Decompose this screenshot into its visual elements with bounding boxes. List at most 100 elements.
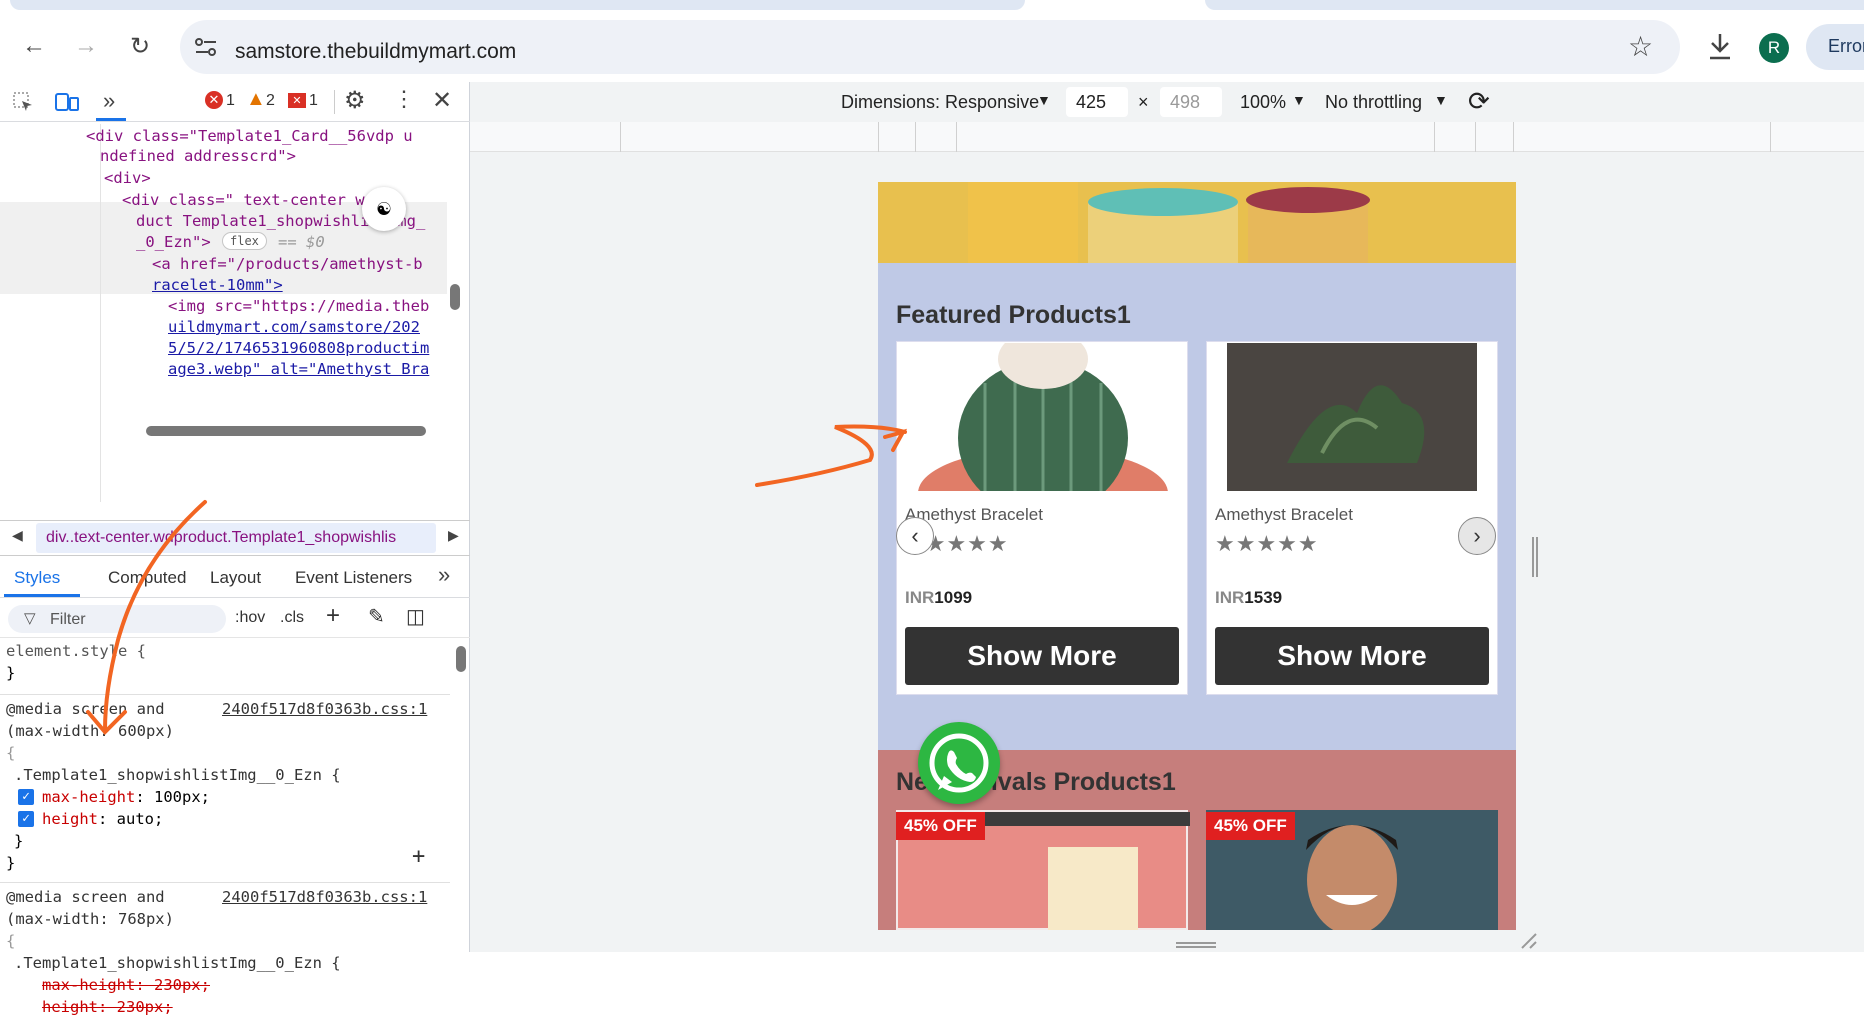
scroll-thumb[interactable] (456, 646, 466, 672)
rule-brace: } (6, 664, 16, 682)
horizontal-scroll-thumb[interactable] (146, 426, 426, 436)
product-card[interactable]: Amethyst Bracelet ★★★★★ INR1099 Show Mor… (896, 341, 1188, 695)
bookmark-star-icon[interactable]: ☆ (1628, 30, 1653, 63)
overridden-property[interactable]: height: 230px; (42, 996, 173, 1018)
browser-tab[interactable] (1205, 0, 1864, 10)
site-info-icon[interactable] (194, 36, 218, 58)
rule-brace: { (6, 744, 16, 762)
settings-gear-icon[interactable]: ⚙ (344, 86, 366, 115)
reload-icon[interactable]: ↻ (126, 32, 154, 60)
ruler-mark (620, 122, 621, 152)
error-count: 1 (226, 92, 235, 109)
kebab-menu-icon[interactable]: ⋮ (393, 86, 415, 112)
featured-products-section: Featured Products1 Amethyst Bracelet ★★★… (878, 263, 1516, 750)
styles-scrollbar[interactable] (454, 638, 468, 1032)
more-tabs-icon[interactable]: » (103, 88, 115, 114)
error-count-icon[interactable]: ✕ (205, 91, 223, 109)
tab-event-listeners[interactable]: Event Listeners (295, 568, 412, 588)
accessibility-icon[interactable]: ☯ (362, 187, 406, 231)
elements-scrollbar[interactable] (448, 124, 462, 504)
tab-styles[interactable]: Styles (14, 568, 60, 588)
warning-count-icon[interactable]: ▲ (246, 88, 266, 111)
zoom-select[interactable]: 100% (1240, 92, 1286, 113)
address-bar[interactable]: samstore.thebuildmymart.com ☆ (180, 20, 1680, 74)
product-name[interactable]: Amethyst Bracelet (1215, 505, 1353, 525)
paint-brush-icon[interactable]: ✎ (368, 604, 385, 629)
close-devtools-icon[interactable]: ✕ (432, 86, 452, 115)
scroll-thumb[interactable] (450, 284, 460, 310)
tab-layout[interactable]: Layout (210, 568, 261, 588)
carousel-next-button[interactable]: › (1458, 517, 1496, 555)
dimensions-dropdown-icon[interactable]: ▼ (1037, 92, 1051, 108)
download-icon[interactable] (1706, 32, 1734, 62)
media-query: (max-width: 600px) (6, 722, 174, 740)
inspect-element-icon[interactable] (12, 91, 34, 113)
flex-badge[interactable]: flex (222, 232, 267, 250)
resize-corner-icon[interactable] (1518, 932, 1538, 950)
toggle-sidebar-icon[interactable]: ◫ (406, 604, 425, 629)
resize-handle-right[interactable] (1532, 537, 1538, 577)
overridden-property[interactable]: max-height: 230px; (42, 974, 210, 996)
css-selector[interactable]: .Template1_shopwishlistImg__0_Ezn { (14, 764, 341, 786)
new-rule-icon[interactable]: + (326, 602, 340, 630)
issues-count-icon[interactable]: ✕ (288, 93, 306, 108)
media-query-ruler[interactable] (470, 122, 1864, 152)
source-link[interactable]: 2400f517d8f0363b.css:1 (222, 886, 427, 908)
whatsapp-icon[interactable] (918, 722, 1000, 804)
property-checkbox[interactable]: ✓ (18, 811, 34, 827)
discount-badge: 45% OFF (1206, 812, 1295, 840)
device-toggle-icon[interactable] (54, 91, 80, 113)
profile-avatar[interactable]: R (1759, 33, 1789, 63)
carousel-prev-button[interactable]: ‹ (896, 517, 934, 555)
dimensions-select[interactable]: Dimensions: Responsive (841, 92, 1039, 113)
issues-count: 1 (309, 92, 318, 109)
filter-placeholder: Filter (50, 611, 86, 628)
css-property-name[interactable]: max-height (42, 788, 135, 806)
resize-handle-bottom[interactable] (1176, 942, 1216, 948)
css-selector[interactable]: .Template1_shopwishlistImg__0_Ezn { (14, 952, 341, 974)
dom-line[interactable]: _0_Ezn"> (136, 230, 211, 255)
height-input[interactable]: 498 (1160, 87, 1222, 117)
tab-computed[interactable]: Computed (108, 568, 186, 588)
media-query: @media screen and (6, 700, 165, 718)
error-chip[interactable]: Error (1806, 24, 1864, 70)
throttling-dropdown-icon[interactable]: ▼ (1434, 92, 1448, 108)
breadcrumb-node[interactable]: div..text-center.wdproduct.Template1_sho… (36, 523, 436, 553)
ruler-mark (956, 122, 957, 152)
warning-count: 2 (266, 92, 275, 109)
devtools-panel: » ✕ 1 ▲ 2 ✕ 1 ⚙ ⋮ ✕ <div class="Template… (0, 82, 470, 1016)
product-card[interactable]: Amethyst Bracelet ★★★★★ INR1539 Show Mor… (1206, 341, 1498, 695)
width-input[interactable]: 425 (1066, 87, 1128, 117)
media-query: (max-width: 768px) (6, 910, 174, 928)
css-property-name[interactable]: height (42, 810, 98, 828)
zoom-dropdown-icon[interactable]: ▼ (1292, 92, 1306, 108)
dom-line[interactable]: age3.webp" alt="Amethyst Bra (168, 357, 429, 382)
hov-toggle[interactable]: :hov (235, 609, 265, 627)
source-link[interactable]: 2400f517d8f0363b.css:1 (222, 698, 427, 720)
breadcrumb: ◀ div..text-center.wdproduct.Template1_s… (0, 520, 470, 556)
cls-toggle[interactable]: .cls (280, 609, 304, 627)
product-image[interactable] (905, 343, 1181, 491)
css-property-value[interactable]: : auto; (98, 810, 163, 828)
filter-input[interactable]: ▽ Filter (8, 605, 226, 633)
product-image[interactable] (1227, 343, 1477, 491)
rotate-icon[interactable]: ⟳ (1468, 86, 1490, 117)
breadcrumb-right-icon[interactable]: ▶ (448, 527, 459, 544)
ruler-mark (1770, 122, 1771, 152)
add-property-icon[interactable]: + (412, 846, 425, 868)
browser-tab[interactable] (10, 0, 1025, 10)
breadcrumb-left-icon[interactable]: ◀ (12, 527, 23, 544)
more-subtabs-icon[interactable]: » (438, 562, 450, 588)
forward-icon[interactable]: → (72, 32, 100, 60)
show-more-button[interactable]: Show More (905, 627, 1179, 685)
dom-line[interactable]: ndefined addresscrd"> (100, 144, 296, 169)
css-property-value[interactable]: : 100px; (135, 788, 210, 806)
price-currency: INR (905, 588, 935, 607)
element-style-rule[interactable]: element.style { (6, 640, 146, 662)
elements-tree: <div class="Template1_Card__56vdp u ndef… (0, 124, 455, 502)
show-more-button[interactable]: Show More (1215, 627, 1489, 685)
property-checkbox[interactable]: ✓ (18, 789, 34, 805)
throttling-select[interactable]: No throttling (1325, 92, 1422, 113)
dom-line[interactable]: <div> (104, 166, 151, 191)
back-icon[interactable]: ← (20, 32, 48, 60)
